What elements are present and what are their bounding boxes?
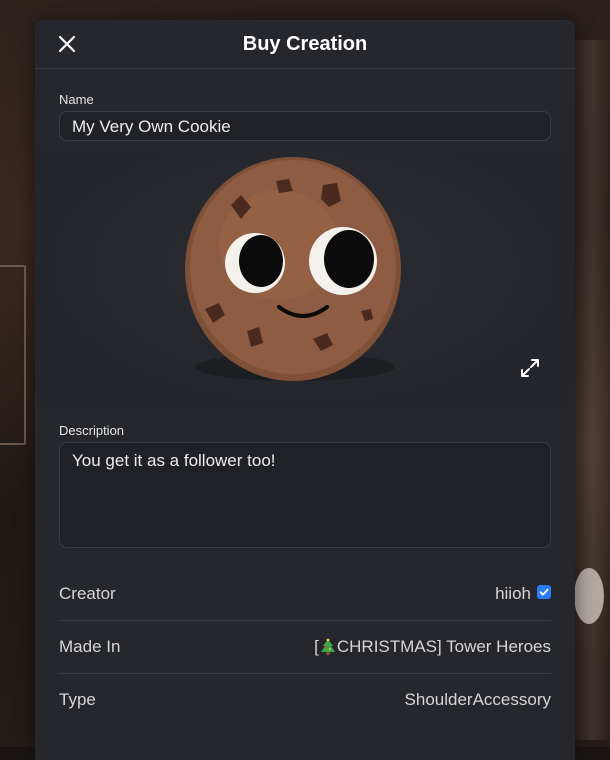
details-list: Creator hiioh Made In [CHRISTMAS] Tower…	[59, 568, 551, 726]
made-in-row: Made In [ CHRISTMAS] Tower Heroes	[59, 621, 551, 674]
buy-creation-dialog: Buy Creation Name My Very Own Cookie Des…	[35, 20, 575, 760]
background-pot	[574, 568, 604, 624]
type-row: Type ShoulderAccessory	[59, 674, 551, 726]
creator-label: Creator	[59, 584, 116, 603]
dialog-title: Buy Creation	[242, 33, 368, 55]
verified-badge-icon	[537, 585, 551, 599]
made-in-prefix: [	[314, 637, 319, 656]
dialog-header: Buy Creation	[35, 20, 575, 69]
type-value: ShoulderAccessory	[404, 690, 551, 709]
background-frame	[0, 265, 26, 445]
name-field[interactable]: My Very Own Cookie	[59, 111, 551, 141]
background-post	[575, 40, 610, 740]
type-label: Type	[59, 690, 96, 709]
dialog-content: Name My Very Own Cookie Description You …	[35, 92, 575, 726]
description-field[interactable]: You get it as a follower too!	[59, 442, 551, 548]
made-in-value[interactable]: [ CHRISTMAS] Tower Heroes	[314, 637, 551, 657]
cookie-image	[185, 157, 401, 381]
made-in-label: Made In	[59, 637, 121, 656]
item-preview	[35, 149, 575, 411]
creator-name[interactable]: hiioh	[495, 584, 531, 604]
christmas-tree-icon	[320, 638, 335, 655]
expand-icon[interactable]	[517, 355, 543, 381]
name-label: Name	[59, 92, 94, 107]
creator-row: Creator hiioh	[59, 568, 551, 621]
creator-value-group[interactable]: hiioh	[495, 584, 551, 604]
description-label: Description	[59, 423, 125, 438]
made-in-game-name: CHRISTMAS] Tower Heroes	[336, 637, 551, 656]
